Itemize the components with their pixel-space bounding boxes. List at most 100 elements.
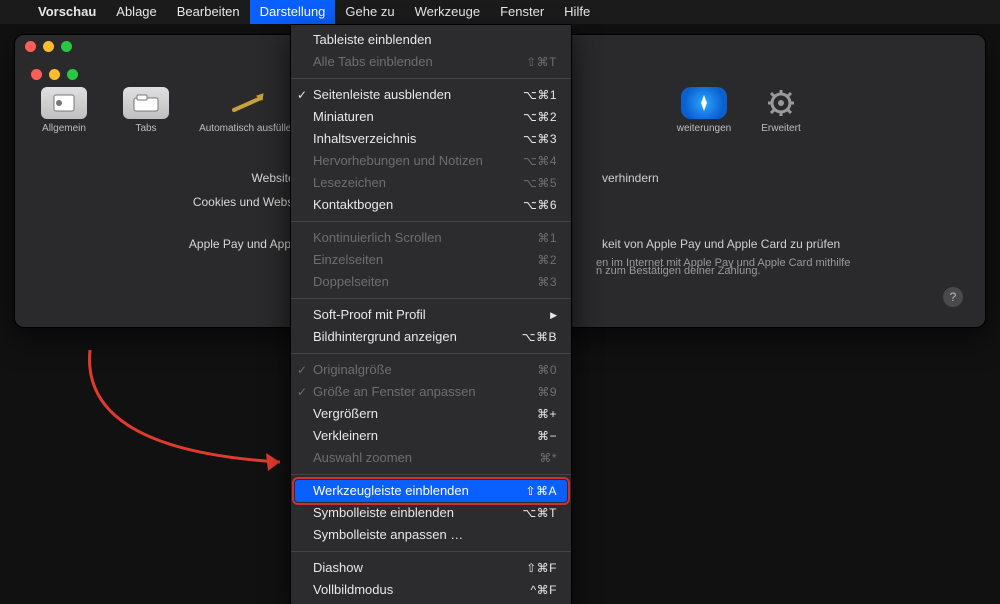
maximize-button[interactable] xyxy=(61,41,72,52)
menu-item-label: Miniaturen xyxy=(313,108,374,126)
menu-item-shortcut: ⌘1 xyxy=(537,229,557,247)
menu-item[interactable]: Vollbildmodus ^⌘F xyxy=(291,579,571,601)
menubar-item-werkzeuge[interactable]: Werkzeuge xyxy=(405,0,491,24)
pref-value: keit von Apple Pay und Apple Card zu prü… xyxy=(602,237,949,251)
menu-item-label: Alle Tabs einblenden xyxy=(313,53,433,71)
menu-item-shortcut: ⌥⌘B xyxy=(522,328,557,346)
menu-item-label: Kontinuierlich Scrollen xyxy=(313,229,442,247)
menu-item-shortcut: ⌥⌘4 xyxy=(523,152,557,170)
tab-label: Automatisch ausfüllen xyxy=(199,123,297,134)
menu-item-shortcut: ⌥⌘1 xyxy=(523,86,557,104)
menu-item-label: Kontaktbogen xyxy=(313,196,393,214)
menu-item-label: Größe an Fenster anpassen xyxy=(313,383,476,401)
menu-item-shortcut: ⌥⌘5 xyxy=(523,174,557,192)
menu-item-shortcut: ⌥⌘6 xyxy=(523,196,557,214)
menu-item[interactable]: Tableiste einblenden xyxy=(291,29,571,51)
menu-item: Hervorhebungen und Notizen⌥⌘4 xyxy=(291,150,571,172)
panel-traffic-lights xyxy=(31,69,78,80)
maximize-button[interactable] xyxy=(67,69,78,80)
menu-item: ✓ Größe an Fenster anpassen ⌘9 xyxy=(291,381,571,403)
tab-tabs[interactable]: Tabs xyxy=(111,87,181,134)
menu-item-label: Originalgröße xyxy=(313,361,392,379)
close-button[interactable] xyxy=(31,69,42,80)
menu-item-label: Verkleinern xyxy=(313,427,378,445)
menu-item-shortcut: ^⌘F xyxy=(531,581,557,599)
menu-item-label: Seitenleiste ausblenden xyxy=(313,86,451,104)
menu-item[interactable]: Werkzeugleiste einblenden ⇧⌘A xyxy=(295,480,567,502)
menubar-item-darstellung[interactable]: Darstellung xyxy=(250,0,336,24)
menu-item: Doppelseiten ⌘3 xyxy=(291,271,571,293)
menu-separator xyxy=(291,474,571,475)
menubar-app[interactable]: Vorschau xyxy=(28,0,106,24)
tab-label: Allgemein xyxy=(42,123,86,134)
pref-label: Cookies und Website xyxy=(61,195,312,209)
menu-item-label: Tableiste einblenden xyxy=(313,31,432,49)
menu-item[interactable]: Verkleinern ⌘− xyxy=(291,425,571,447)
window-traffic-lights xyxy=(25,41,72,52)
menu-item[interactable]: Soft-Proof mit Profil xyxy=(291,304,571,326)
menu-separator xyxy=(291,221,571,222)
menubar: Vorschau Ablage Bearbeiten Darstellung G… xyxy=(0,0,1000,24)
menu-item-label: Auswahl zoomen xyxy=(313,449,412,467)
menu-item-shortcut: ⌘* xyxy=(539,449,557,467)
general-icon xyxy=(41,87,87,119)
tabs-icon xyxy=(123,87,169,119)
menu-item[interactable]: Vergrößern⌘+ xyxy=(291,403,571,425)
checkmark-icon: ✓ xyxy=(297,383,307,401)
menu-item: Auswahl zoomen ⌘* xyxy=(291,447,571,469)
menubar-item-ablage[interactable]: Ablage xyxy=(106,0,166,24)
checkmark-icon: ✓ xyxy=(297,86,307,104)
menu-item[interactable]: ✓ Seitenleiste ausblenden ⌥⌘1 xyxy=(291,84,571,106)
menu-item-label: Diashow xyxy=(313,559,363,577)
menu-item[interactable]: Diashow ⇧⌘F xyxy=(291,557,571,579)
tab-extensions[interactable]: weiterungen xyxy=(667,87,741,134)
menu-item-shortcut: ⇧⌘F xyxy=(526,559,557,577)
menu-item-label: Symbolleiste einblenden xyxy=(313,504,454,522)
menu-item[interactable]: Bildhintergrund anzeigen⌥⌘B xyxy=(291,326,571,348)
menu-item[interactable]: Symbolleiste anpassen … xyxy=(291,524,571,546)
menu-separator xyxy=(291,78,571,79)
pref-label: Apple Pay und App xyxy=(61,237,297,251)
darstellung-menu: Tableiste einblenden Alle Tabs einblenden… xyxy=(290,24,572,604)
menu-item[interactable]: Miniaturen ⌥⌘2 xyxy=(291,106,571,128)
menubar-item-fenster[interactable]: Fenster xyxy=(490,0,554,24)
menu-item-label: Inhaltsverzeichnis xyxy=(313,130,416,148)
help-button[interactable]: ? xyxy=(943,287,963,307)
menubar-item-bearbeiten[interactable]: Bearbeiten xyxy=(167,0,250,24)
menu-separator xyxy=(291,298,571,299)
menu-item[interactable]: Symbolleiste einblenden ⌥⌘T xyxy=(291,502,571,524)
menu-item-shortcut: ⇧⌘A xyxy=(525,482,557,500)
tab-autofill[interactable]: Automatisch ausfüllen xyxy=(193,87,303,134)
menu-item[interactable]: Inhaltsverzeichnis⌥⌘3 xyxy=(291,128,571,150)
menu-item: Lesezeichen ⌥⌘5 xyxy=(291,172,571,194)
menu-item-label: Einzelseiten xyxy=(313,251,383,269)
menu-item: Alle Tabs einblenden ⇧⌘T xyxy=(291,51,571,73)
menu-item[interactable]: Kontaktbogen ⌥⌘6 xyxy=(291,194,571,216)
menu-item-shortcut: ⌘2 xyxy=(537,251,557,269)
minimize-button[interactable] xyxy=(43,41,54,52)
menu-item-label: Werkzeugleiste einblenden xyxy=(313,482,469,500)
safari-icon xyxy=(681,87,727,119)
gear-icon xyxy=(758,87,804,119)
tab-allgemein[interactable]: Allgemein xyxy=(29,87,99,134)
menu-separator xyxy=(291,353,571,354)
minimize-button[interactable] xyxy=(49,69,60,80)
menu-item-shortcut: ⌘0 xyxy=(537,361,557,379)
menu-item-shortcut: ⌘− xyxy=(537,427,557,445)
menu-item-shortcut: ⌘3 xyxy=(537,273,557,291)
menu-item-shortcut: ⌘9 xyxy=(537,383,557,401)
menu-item-label: Doppelseiten xyxy=(313,273,389,291)
menu-item-label: Lesezeichen xyxy=(313,174,386,192)
menubar-item-gehezu[interactable]: Gehe zu xyxy=(335,0,404,24)
menu-item-shortcut: ⌥⌘2 xyxy=(523,108,557,126)
tab-advanced[interactable]: Erweitert xyxy=(753,87,809,134)
close-button[interactable] xyxy=(25,41,36,52)
menu-separator xyxy=(291,551,571,552)
tab-label: Erweitert xyxy=(761,123,800,134)
menu-item-shortcut: ⇧⌘T xyxy=(526,53,557,71)
menu-item-label: Vollbildmodus xyxy=(313,581,393,599)
pref-value: verhindern xyxy=(602,171,949,185)
menu-item-label: Vergrößern xyxy=(313,405,378,423)
menu-item-shortcut: ⌥⌘T xyxy=(522,504,557,522)
menubar-item-hilfe[interactable]: Hilfe xyxy=(554,0,600,24)
